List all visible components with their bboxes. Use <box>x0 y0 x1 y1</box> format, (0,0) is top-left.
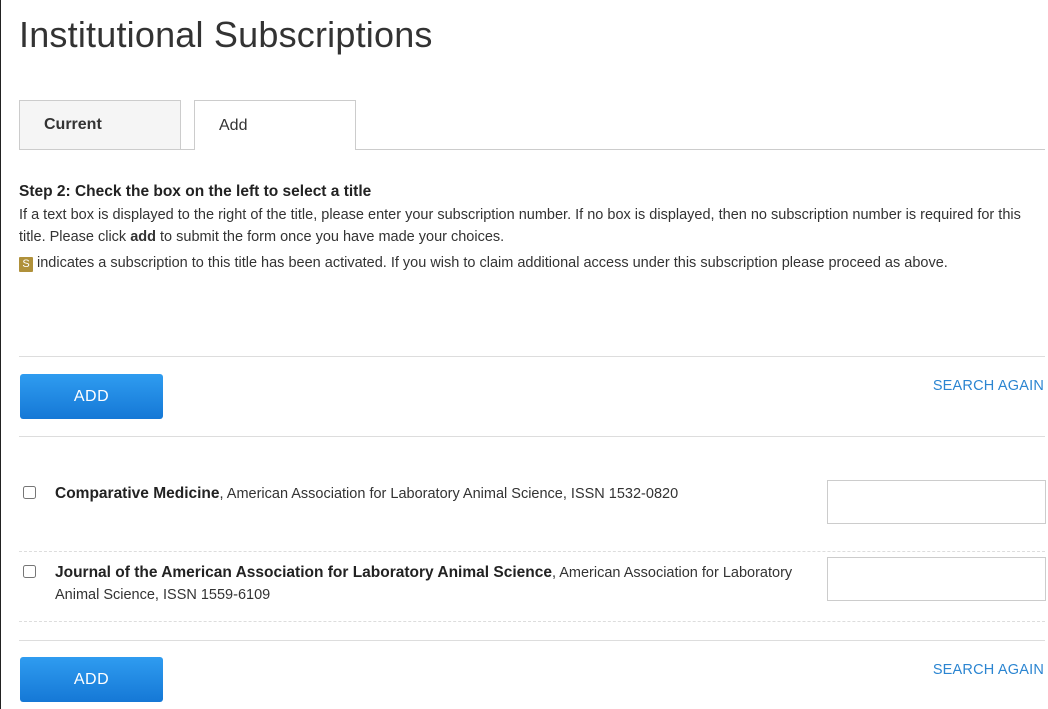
search-again-link-bottom[interactable]: SEARCH AGAIN <box>933 662 1044 678</box>
tab-current-label: Current <box>44 116 102 133</box>
add-button-top[interactable]: ADD <box>20 374 163 419</box>
institutional-subscriptions-page: Institutional Subscriptions Current Add … <box>1 0 1048 709</box>
subscription-number-input-comparative-medicine[interactable] <box>827 480 1046 524</box>
tab-add[interactable]: Add <box>194 100 356 150</box>
title-row-comparative-medicine: Comparative Medicine, American Associati… <box>19 480 1046 543</box>
activated-note-text: indicates a subscription to this title h… <box>37 254 948 271</box>
title-name: Journal of the American Association for … <box>55 564 552 581</box>
tab-bar: Current Add <box>19 100 1045 150</box>
instructions-add-keyword: add <box>130 229 156 245</box>
subscription-number-input-jaalas[interactable] <box>827 557 1046 601</box>
title-details: , American Association for Laboratory An… <box>219 486 679 502</box>
subscription-activated-badge: S <box>19 256 33 272</box>
row-separator-2 <box>19 621 1045 622</box>
title-text: Comparative Medicine, American Associati… <box>55 483 795 505</box>
tab-current[interactable]: Current <box>19 100 181 149</box>
tab-add-label: Add <box>219 116 248 134</box>
page-title: Institutional Subscriptions <box>19 14 433 55</box>
title-checkbox-jaalas[interactable] <box>23 565 36 578</box>
title-row-jaalas: Journal of the American Association for … <box>19 557 1046 622</box>
row-separator-1 <box>19 551 1045 552</box>
step-heading: Step 2: Check the box on the left to sel… <box>19 183 372 200</box>
divider-middle <box>19 436 1045 437</box>
activated-note: Sindicates a subscription to this title … <box>19 252 1045 275</box>
add-button-bottom[interactable]: ADD <box>20 657 163 702</box>
title-text: Journal of the American Association for … <box>55 562 795 606</box>
title-name: Comparative Medicine <box>55 485 220 502</box>
instructions: Step 2: Check the box on the left to sel… <box>19 181 1045 274</box>
instructions-text-b: to submit the form once you have made yo… <box>156 229 505 245</box>
title-checkbox-comparative-medicine[interactable] <box>23 486 36 499</box>
search-again-link-top[interactable]: SEARCH AGAIN <box>933 378 1044 394</box>
tab-baseline <box>19 149 1045 150</box>
divider-top <box>19 356 1045 357</box>
divider-bottom <box>19 640 1045 641</box>
instructions-text: If a text box is displayed to the right … <box>19 204 1045 249</box>
